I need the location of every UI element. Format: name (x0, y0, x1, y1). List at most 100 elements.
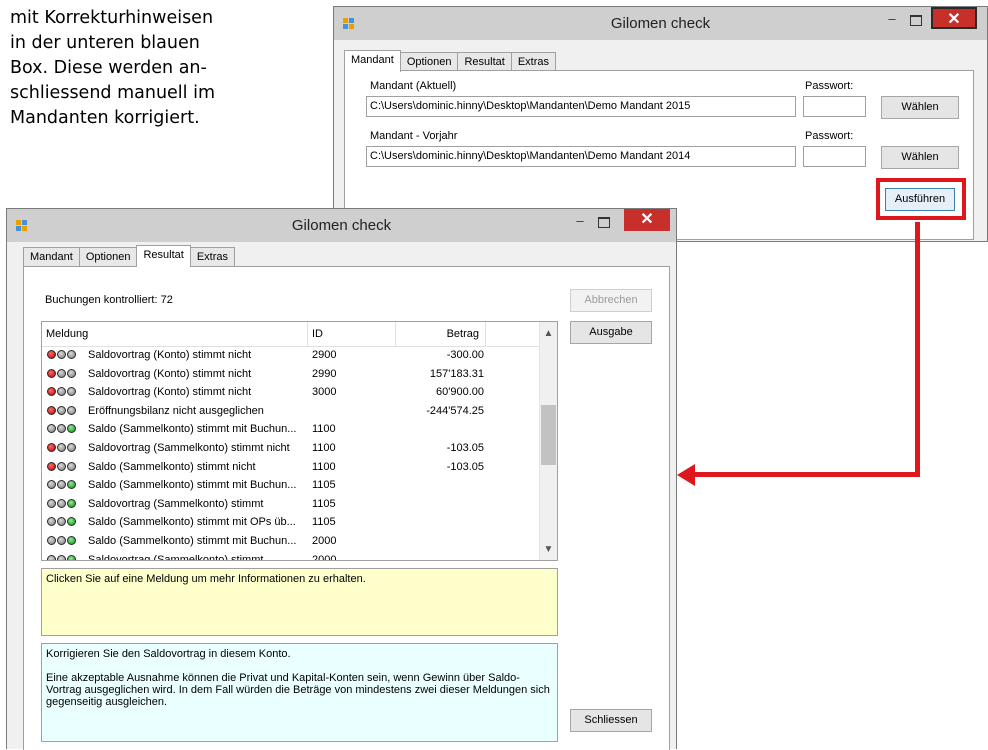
table-row[interactable]: Saldovortrag (Konto) stimmt nicht 2990 157… (42, 365, 540, 384)
tab-optionen[interactable]: Optionen (399, 52, 459, 71)
vertical-scrollbar[interactable]: ▲ ▼ (539, 322, 557, 560)
row-id: 1100 (312, 460, 336, 473)
status-ok-icon (47, 480, 76, 490)
choose-current-button[interactable]: Wählen (881, 96, 959, 119)
close-dialog-button[interactable]: Schliessen (570, 709, 652, 732)
doc-line-3: Box. Diese werden an- (10, 58, 207, 78)
arrow-head (677, 464, 695, 486)
cancel-button[interactable]: Abbrechen (570, 289, 652, 312)
detail-box: Korrigieren Sie den Saldovortrag in dies… (41, 643, 558, 742)
current-mandant-label: Mandant (Aktuell) (370, 80, 457, 92)
status-ok-icon (47, 424, 76, 434)
column-id-header[interactable]: ID (308, 322, 396, 346)
tab-bar: Mandant Optionen Resultat Extras (344, 50, 557, 72)
row-message: Saldovortrag (Konto) stimmt nicht (88, 349, 252, 361)
table-row[interactable]: Saldo (Sammelkonto) stimmt mit Buchun...… (42, 532, 540, 551)
back-window: Gilomen check – ✕ Mandant Optionen Resul… (333, 6, 988, 242)
document-paragraph: mit Korrekturhinweisen in der unteren bl… (10, 6, 315, 131)
row-amount: -300.00 (446, 349, 484, 361)
row-message: Saldovortrag (Sammelkonto) stimmt nicht (88, 441, 290, 454)
row-id: 1105 (312, 516, 336, 529)
row-message: Saldovortrag (Konto) stimmt nicht (88, 386, 252, 399)
arrow-horizontal-line (692, 472, 920, 477)
status-ok-icon (47, 554, 76, 560)
table-row[interactable]: Saldo (Sammelkonto) stimmt mit OPs üb...… (42, 513, 540, 532)
tab-extras[interactable]: Extras (189, 247, 236, 266)
tab-resultat[interactable]: Resultat (457, 52, 512, 71)
tab-optionen[interactable]: Optionen (78, 247, 138, 266)
highlight-run-button (876, 178, 966, 220)
close-button[interactable]: ✕ (624, 209, 670, 231)
row-id: 2000 (312, 553, 337, 560)
row-id: 3000 (312, 386, 337, 399)
row-id: 2000 (312, 534, 337, 547)
row-message: Saldo (Sammelkonto) stimmt nicht (88, 460, 256, 473)
scroll-thumb[interactable] (541, 405, 556, 465)
doc-line-2: in der unteren blauen (10, 33, 200, 53)
choose-previous-button[interactable]: Wählen (881, 146, 959, 169)
status-error-icon (47, 461, 76, 471)
table-row[interactable]: Saldovortrag (Sammelkonto) stimmt 2000 (42, 551, 540, 560)
row-id: 1100 (312, 423, 336, 436)
row-message: Saldo (Sammelkonto) stimmt mit Buchun... (88, 479, 297, 492)
previous-password-label: Passwort: (805, 130, 854, 142)
row-amount: -103.05 (446, 441, 484, 454)
row-message: Saldovortrag (Sammelkonto) stimmt (88, 497, 264, 510)
tab-extras[interactable]: Extras (510, 52, 557, 71)
row-amount: 157'183.31 (429, 367, 484, 380)
table-row[interactable]: Saldo (Sammelkonto) stimmt mit Buchun...… (42, 476, 540, 495)
previous-mandant-path[interactable]: C:\Users\dominic.hinny\Desktop\Mandanten… (366, 146, 796, 167)
doc-line-5: Mandanten korrigiert. (10, 108, 200, 128)
table-row[interactable]: Saldo (Sammelkonto) stimmt nicht 1100 -103… (42, 458, 540, 477)
status-error-icon (47, 368, 76, 378)
row-amount: -103.05 (446, 460, 484, 473)
minimize-button[interactable]: – (881, 11, 903, 29)
status-ok-icon (47, 535, 76, 545)
row-id: 2900 (312, 349, 337, 361)
table-row[interactable]: Saldo (Sammelkonto) stimmt mit Buchun...… (42, 420, 540, 439)
maximize-button[interactable] (593, 213, 615, 231)
row-message: Saldo (Sammelkonto) stimmt mit Buchun... (88, 534, 297, 547)
row-id: 1105 (312, 479, 336, 492)
scroll-down-icon[interactable]: ▼ (540, 541, 557, 559)
table-row[interactable]: Saldovortrag (Sammelkonto) stimmt nicht 1… (42, 439, 540, 458)
doc-line-1: mit Korrekturhinweisen (10, 8, 214, 28)
close-button[interactable]: ✕ (931, 7, 977, 29)
column-amount-header[interactable]: Betrag (396, 322, 486, 346)
tab-resultat[interactable]: Resultat (136, 245, 191, 267)
row-id: 1100 (312, 441, 336, 454)
front-window: Gilomen check – ✕ Mandant Optionen Resul… (6, 208, 677, 750)
detail-text-1: Korrigieren Sie den Saldovortrag in dies… (46, 648, 291, 660)
message-info-text: Clicken Sie auf eine Meldung um mehr Inf… (46, 573, 366, 585)
checked-count-text: Buchungen kontrolliert: 72 (45, 294, 173, 306)
list-header: Meldung ID Betrag (42, 322, 540, 347)
row-message: Saldovortrag (Sammelkonto) stimmt (88, 553, 264, 560)
row-message: Saldo (Sammelkonto) stimmt mit OPs üb... (88, 516, 296, 529)
status-error-icon (47, 350, 76, 359)
output-button[interactable]: Ausgabe (570, 321, 652, 344)
status-ok-icon (47, 517, 76, 527)
arrow-vertical-line (915, 222, 920, 477)
amount-header-label: Betrag (446, 328, 479, 340)
minimize-button[interactable]: – (569, 213, 591, 231)
results-list[interactable]: Meldung ID Betrag Saldovortrag (Konto) s… (41, 321, 558, 561)
list-rows: Saldovortrag (Konto) stimmt nicht 2900 -30… (42, 346, 540, 560)
doc-line-4: schliessend manuell im (10, 83, 216, 103)
tab-mandant[interactable]: Mandant (344, 50, 401, 72)
table-row[interactable]: Eröffnungsbilanz nicht ausgeglichen -244'… (42, 402, 540, 421)
current-password-field[interactable] (803, 96, 866, 117)
table-row[interactable]: Saldovortrag (Konto) stimmt nicht 2900 -30… (42, 346, 540, 365)
current-mandant-path[interactable]: C:\Users\dominic.hinny\Desktop\Mandanten… (366, 96, 796, 117)
detail-text-2: Eine akzeptable Ausnahme können die Priv… (46, 672, 550, 708)
status-error-icon (47, 405, 76, 415)
previous-password-field[interactable] (803, 146, 866, 167)
row-message: Eröffnungsbilanz nicht ausgeglichen (88, 404, 264, 417)
table-row[interactable]: Saldovortrag (Sammelkonto) stimmt 1105 (42, 495, 540, 514)
tab-bar: Mandant Optionen Resultat Extras (23, 245, 236, 267)
tab-mandant[interactable]: Mandant (23, 247, 80, 266)
column-message-header[interactable]: Meldung (42, 322, 308, 346)
maximize-button[interactable] (905, 11, 927, 29)
table-row[interactable]: Saldovortrag (Konto) stimmt nicht 3000 60'… (42, 383, 540, 402)
scroll-up-icon[interactable]: ▲ (540, 325, 557, 343)
status-error-icon (47, 442, 76, 452)
